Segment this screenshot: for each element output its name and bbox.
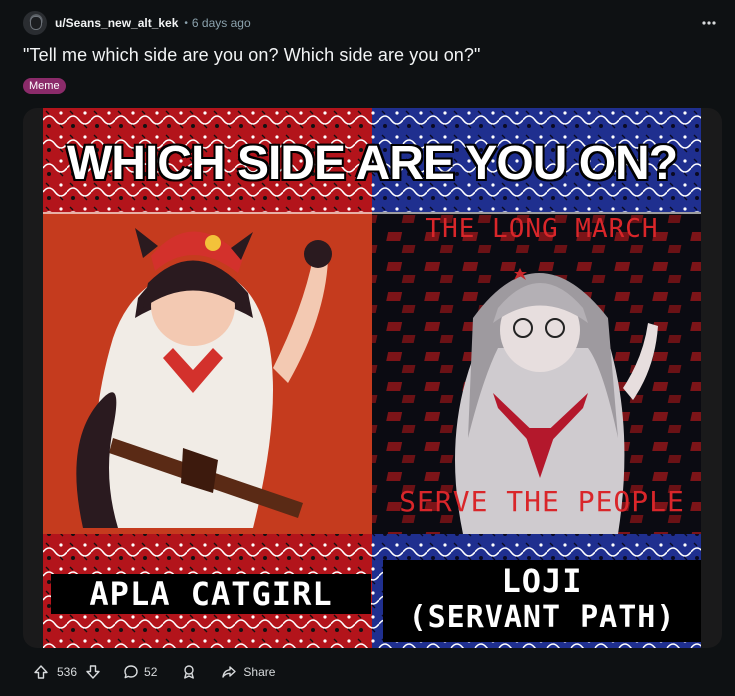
vote-group: 536 — [23, 656, 111, 688]
meme-caption-serve-the-people: SERVE THE PEOPLE — [399, 485, 685, 518]
downvote-button[interactable] — [83, 662, 103, 682]
award-button[interactable] — [169, 656, 209, 688]
meme-right-name-box: LOJI (SERVANT PATH) — [383, 560, 701, 642]
meme-caption-long-march: THE LONG MARCH — [425, 214, 659, 244]
meme-headline: WHICH SIDE ARE YOU ON? — [66, 136, 679, 191]
comments-button[interactable]: 52 — [111, 656, 169, 688]
vote-count: 536 — [57, 665, 78, 679]
separator-dot: • — [184, 17, 188, 29]
meme-right-name-line1: LOJI — [501, 562, 583, 600]
meme-left-name: APLA CATGIRL — [51, 574, 371, 614]
post-media[interactable]: WHICH SIDE ARE YOU ON? THE LONG MARCH SE… — [23, 108, 722, 648]
comment-icon — [124, 665, 138, 679]
overflow-menu-button[interactable] — [697, 13, 721, 33]
post-title[interactable]: "Tell me which side are you on? Which si… — [23, 45, 481, 66]
upvote-button[interactable] — [31, 662, 51, 682]
arrow-up-icon — [34, 665, 48, 679]
post-flair[interactable]: Meme — [23, 78, 66, 94]
award-icon — [184, 665, 195, 679]
arrow-down-icon — [86, 665, 100, 679]
share-icon — [222, 666, 237, 678]
meme-image: WHICH SIDE ARE YOU ON? THE LONG MARCH SE… — [43, 108, 701, 648]
post-header: u/Seans_new_alt_kek • 6 days ago — [23, 11, 251, 35]
post-timestamp: 6 days ago — [191, 16, 251, 30]
share-label: Share — [243, 665, 276, 679]
avatar[interactable] — [23, 11, 47, 35]
comment-count: 52 — [144, 665, 158, 679]
share-button[interactable]: Share — [209, 656, 287, 688]
post-action-bar: 536 52 Share — [23, 656, 287, 688]
meme-right-name-line2: (SERVANT PATH) — [408, 600, 676, 635]
post-card: u/Seans_new_alt_kek • 6 days ago "Tell m… — [0, 0, 735, 696]
author-link[interactable]: u/Seans_new_alt_kek — [55, 16, 178, 30]
more-horizontal-icon — [702, 21, 716, 25]
